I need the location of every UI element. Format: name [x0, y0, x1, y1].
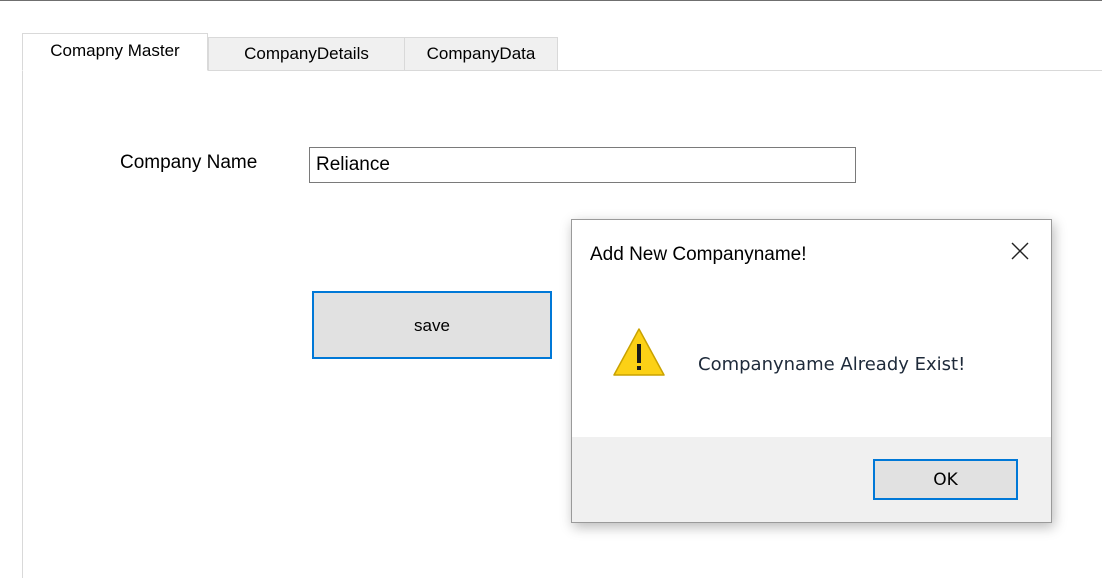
- company-name-input[interactable]: [309, 147, 856, 183]
- tab-company-details[interactable]: CompanyDetails: [208, 37, 405, 70]
- window-top-border: [0, 0, 1102, 1]
- dialog-title: Add New Companyname!: [590, 244, 807, 265]
- save-button[interactable]: save: [312, 291, 552, 359]
- message-dialog: Add New Companyname! Companyname Already…: [571, 219, 1052, 523]
- ok-button[interactable]: OK: [873, 459, 1018, 500]
- tab-company-data[interactable]: CompanyData: [404, 37, 558, 70]
- company-name-label: Company Name: [120, 152, 258, 173]
- warning-icon: [613, 328, 665, 376]
- tab-company-master[interactable]: Comapny Master: [22, 33, 208, 71]
- close-icon[interactable]: [1007, 238, 1033, 264]
- dialog-footer: OK: [572, 437, 1051, 522]
- dialog-message: Companyname Already Exist!: [698, 354, 966, 375]
- tab-strip: Comapny Master CompanyDetails CompanyDat…: [22, 33, 1102, 71]
- app-window: Comapny Master CompanyDetails CompanyDat…: [0, 0, 1102, 578]
